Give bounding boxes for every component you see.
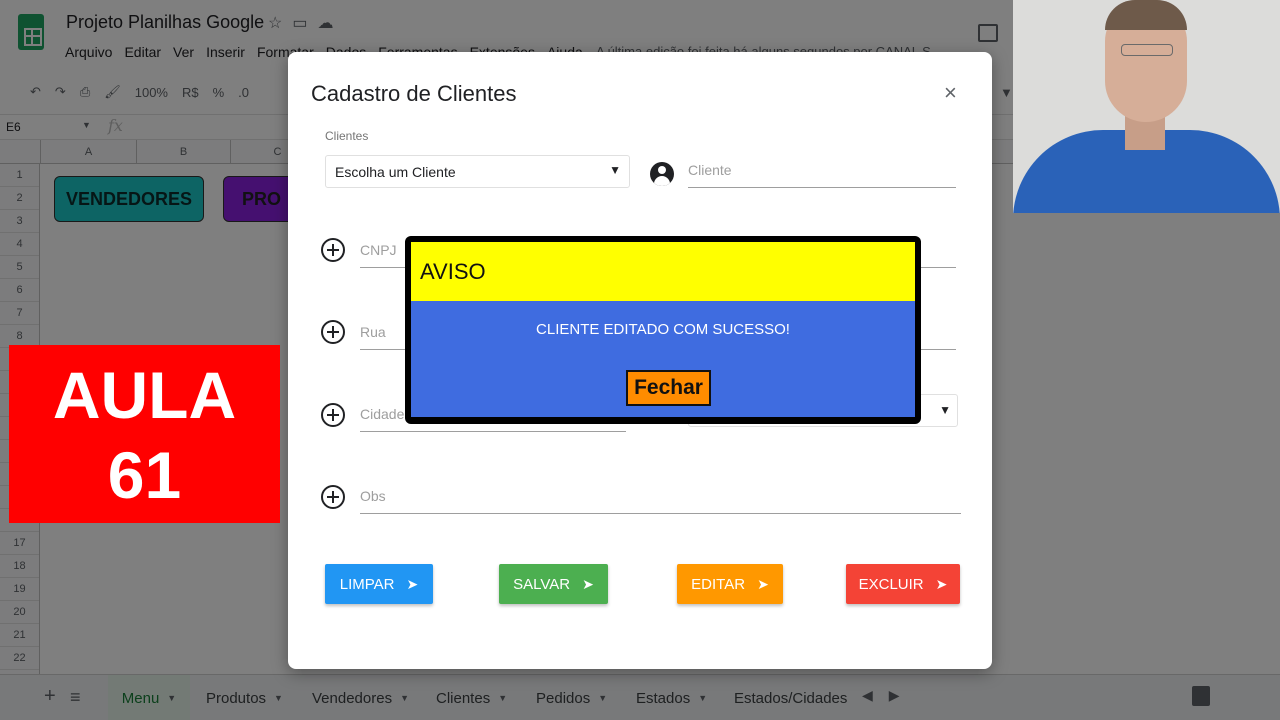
- chevron-down-icon: ▼: [609, 163, 621, 177]
- chevron-down-icon: ▼: [939, 403, 951, 417]
- clientes-label: Clientes: [325, 129, 369, 143]
- add-circle-icon[interactable]: [321, 403, 345, 427]
- webcam-overlay: [1013, 0, 1280, 213]
- salvar-label: SALVAR: [513, 575, 571, 593]
- add-circle-icon[interactable]: [321, 485, 345, 509]
- cnpj-placeholder: CNPJ: [360, 242, 397, 258]
- aula-number: 61: [107, 438, 182, 512]
- rua-placeholder: Rua: [360, 324, 386, 340]
- webcam-person-glasses: [1121, 44, 1173, 56]
- send-icon: ➤: [935, 575, 948, 592]
- cidade-placeholder: Cidade: [360, 406, 405, 422]
- close-icon[interactable]: ×: [944, 82, 957, 104]
- excluir-label: EXCLUIR: [858, 575, 924, 593]
- send-icon: ➤: [757, 575, 769, 592]
- aula-badge: AULA 61: [9, 345, 280, 523]
- alert-message: CLIENTE EDITADO COM SUCESSO!: [536, 321, 790, 338]
- obs-placeholder: Obs: [360, 488, 386, 504]
- alert-header: AVISO: [411, 242, 915, 301]
- clientes-select[interactable]: Escolha um Cliente ▼: [325, 155, 630, 188]
- alert-body: CLIENTE EDITADO COM SUCESSO! Fechar: [411, 301, 915, 417]
- account-circle-icon: [650, 162, 674, 186]
- aviso-alert: AVISO CLIENTE EDITADO COM SUCESSO! Fecha…: [405, 236, 921, 424]
- webcam-person-hair: [1105, 0, 1187, 30]
- obs-field[interactable]: Obs: [360, 484, 961, 514]
- add-circle-icon[interactable]: [321, 320, 345, 344]
- add-circle-icon[interactable]: [321, 238, 345, 262]
- cliente-field[interactable]: Cliente: [688, 158, 956, 188]
- editar-button[interactable]: EDITAR ➤: [677, 564, 783, 604]
- clientes-select-value: Escolha um Cliente: [335, 163, 456, 180]
- editar-label: EDITAR: [691, 575, 746, 593]
- dialog-title: Cadastro de Clientes: [311, 81, 517, 106]
- fechar-button[interactable]: Fechar: [626, 370, 711, 406]
- send-icon: ➤: [406, 575, 419, 592]
- limpar-label: LIMPAR: [339, 575, 395, 593]
- excluir-button[interactable]: EXCLUIR ➤: [846, 564, 960, 604]
- cliente-placeholder: Cliente: [688, 162, 732, 178]
- aula-text: AULA: [52, 358, 237, 432]
- send-icon: ➤: [582, 575, 594, 592]
- alert-title: AVISO: [420, 258, 486, 284]
- salvar-button[interactable]: SALVAR ➤: [499, 564, 608, 604]
- limpar-button[interactable]: LIMPAR ➤: [325, 564, 433, 604]
